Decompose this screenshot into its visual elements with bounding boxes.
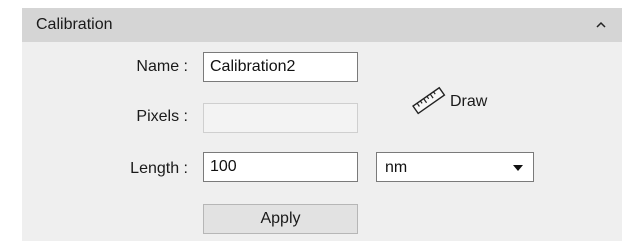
draw-label: Draw [450,93,488,110]
ruler-icon [412,86,446,115]
panel-header[interactable]: Calibration [22,8,622,42]
draw-button[interactable]: Draw [410,82,510,122]
unit-select-value: nm [385,159,408,176]
panel-title: Calibration [36,16,113,33]
chevron-up-icon [596,21,606,28]
calibration-panel: Calibration Name : Calibration2 Pixels :… [22,8,622,241]
name-input[interactable]: Calibration2 [203,52,358,82]
chevron-down-icon [513,165,523,171]
pixels-input [203,103,358,133]
pixels-label: Pixels : [136,108,188,125]
apply-button[interactable]: Apply [203,204,358,234]
length-input[interactable]: 100 [203,152,358,182]
unit-select[interactable]: nm [376,152,534,182]
collapse-button[interactable] [590,14,612,36]
length-label: Length : [130,160,188,177]
name-label: Name : [136,58,188,75]
